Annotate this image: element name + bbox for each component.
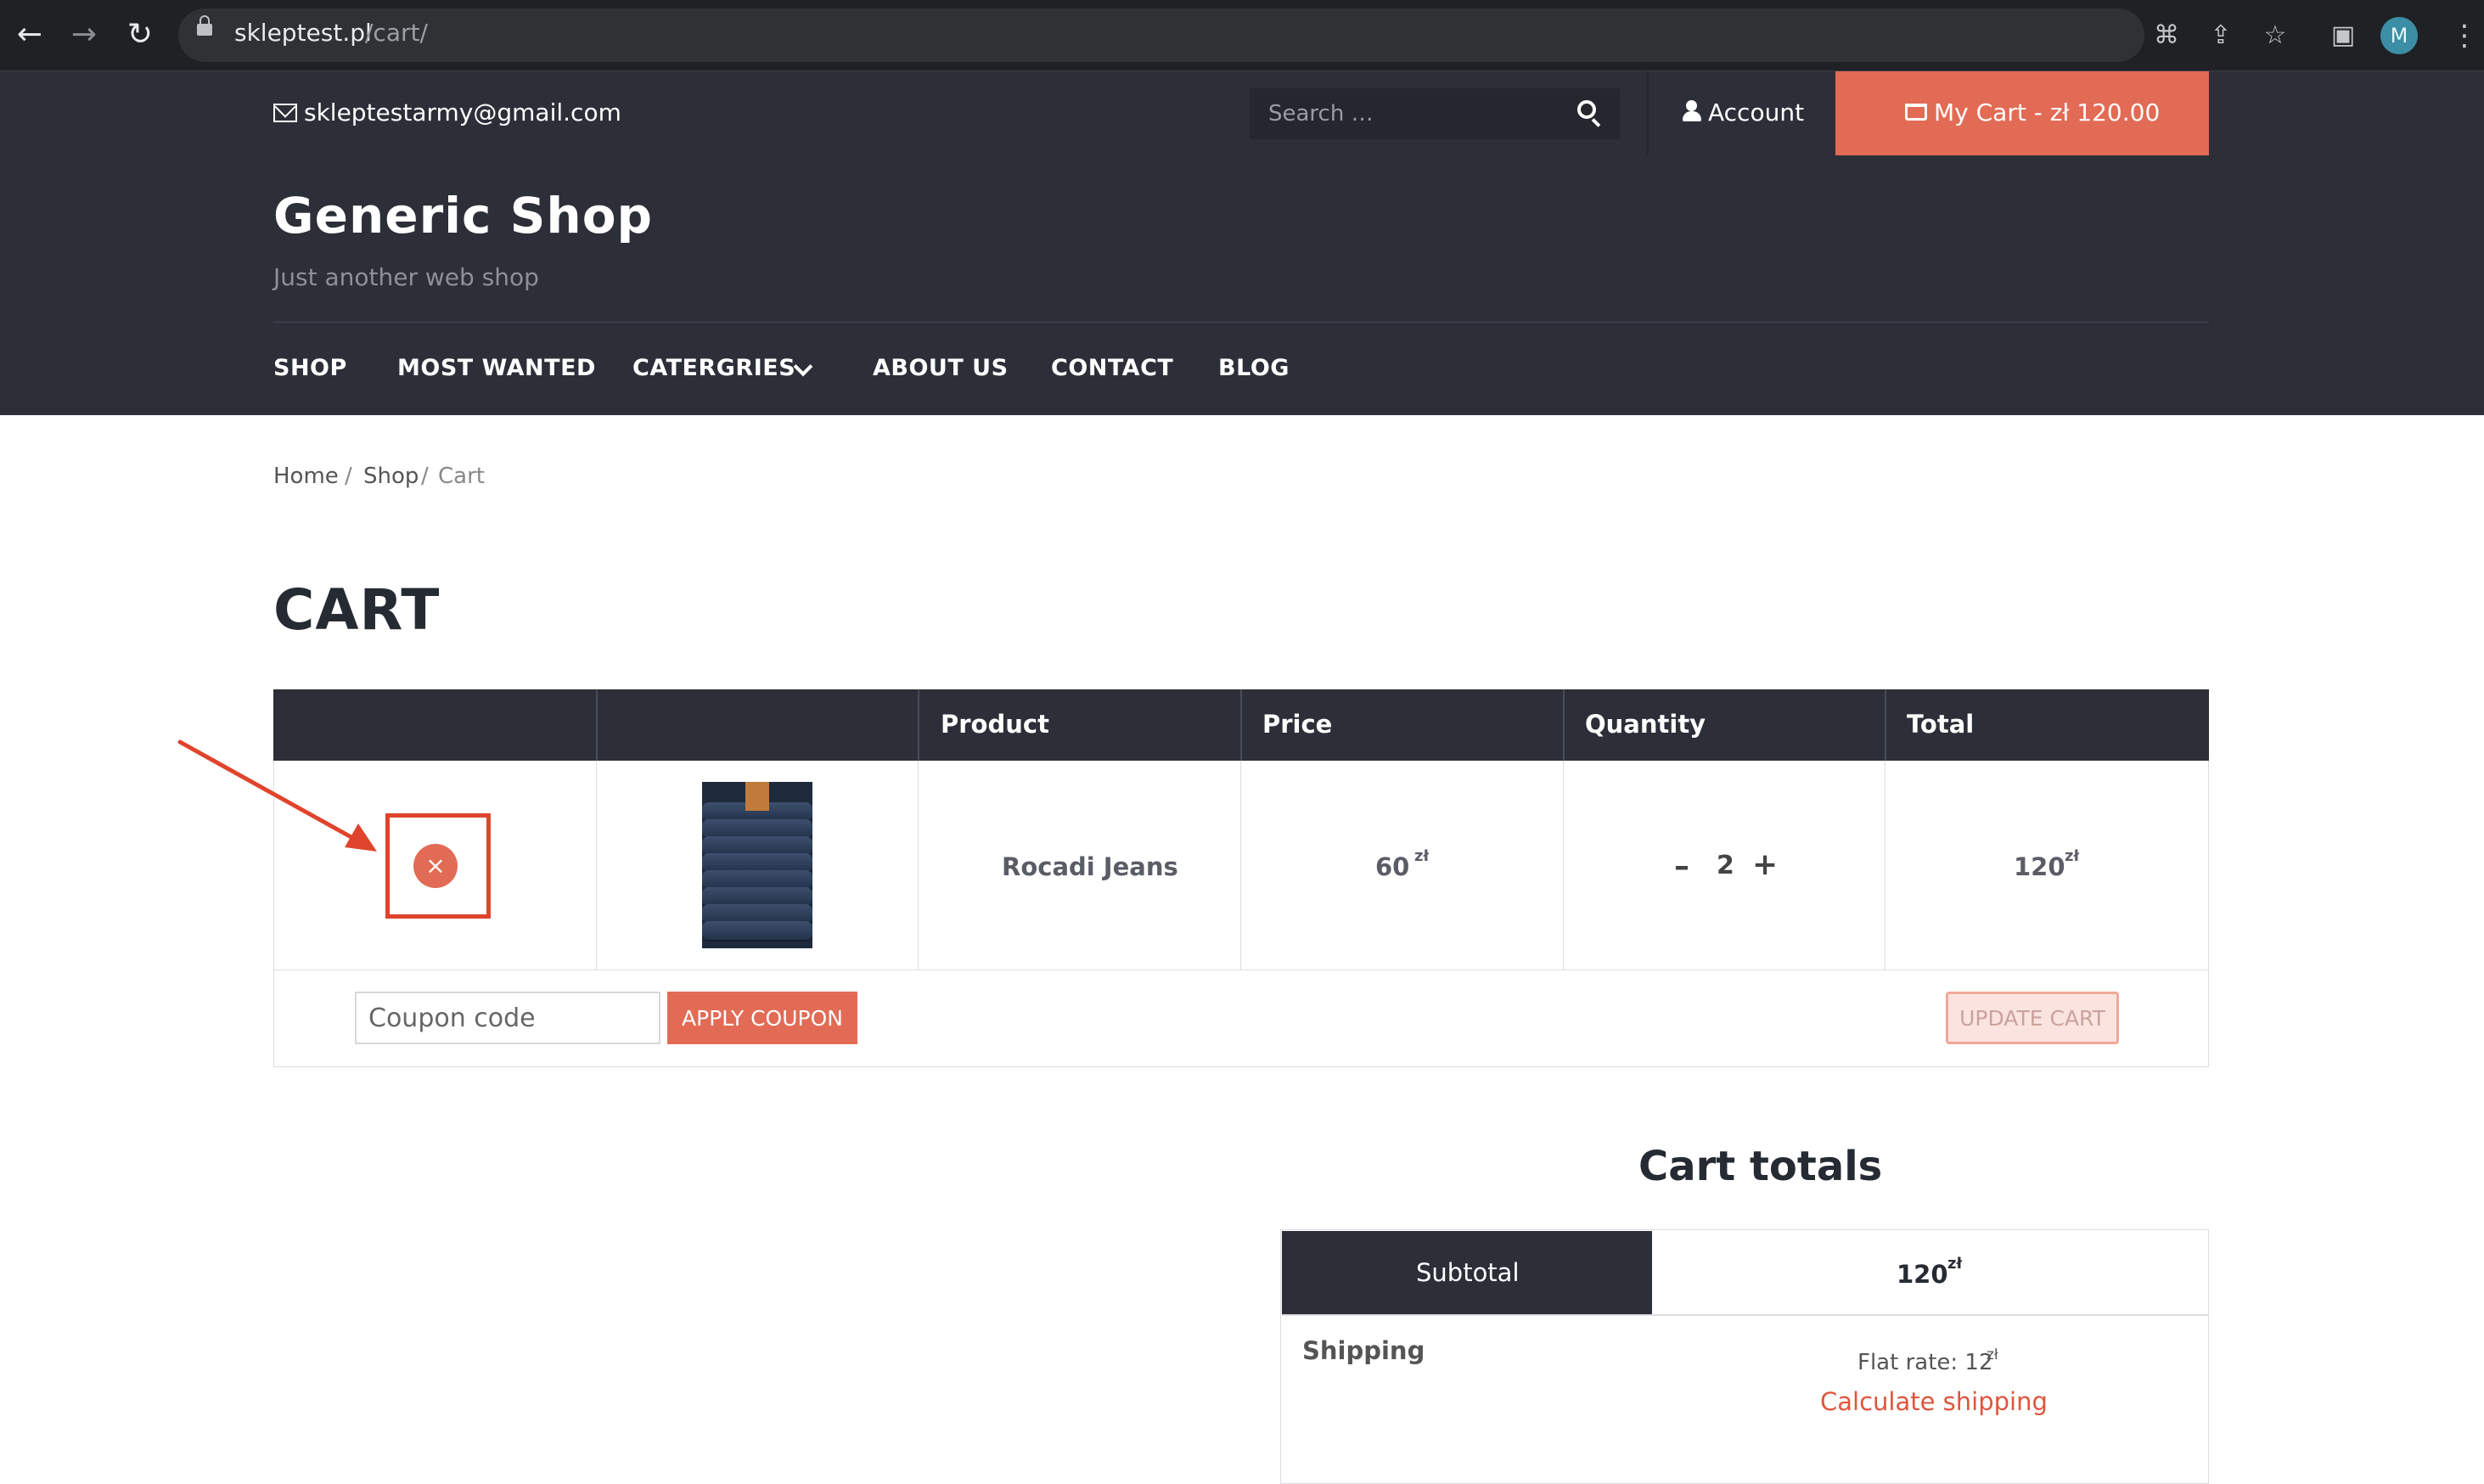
url-host: skleptest.pl [234, 19, 372, 47]
calculate-shipping-link[interactable]: Calculate shipping [1820, 1387, 2048, 1416]
envelope-icon [273, 104, 297, 122]
coupon-code-input[interactable] [355, 992, 660, 1044]
breadcrumb-home[interactable]: Home [273, 464, 339, 489]
flat-rate-text: Flat rate: 12 [1857, 1350, 1993, 1375]
column-header-price: Price [1262, 710, 1333, 739]
header-divider [273, 322, 2209, 323]
column-divider [918, 689, 919, 761]
share-icon[interactable]: ⇪ [2202, 17, 2240, 54]
column-divider [1885, 689, 1886, 761]
back-arrow-icon[interactable]: ← [8, 14, 51, 56]
update-cart-button[interactable]: UPDATE CART [1946, 992, 2119, 1044]
profile-avatar[interactable]: M [2380, 17, 2418, 54]
product-price: 60 [1375, 852, 1410, 881]
subtotal-currency: zł [1947, 1255, 1963, 1273]
cell-divider [596, 761, 597, 970]
price-currency: zł [1414, 847, 1430, 865]
contact-email[interactable]: skleptestarmy@gmail.com [304, 98, 621, 126]
column-divider [1563, 689, 1565, 761]
site-title[interactable]: Generic Shop [273, 187, 653, 245]
column-divider [596, 689, 598, 761]
quantity-value[interactable]: 2 [1717, 851, 1734, 880]
address-bar[interactable] [178, 8, 2144, 62]
column-divider [1240, 689, 1242, 761]
flat-rate-currency: zł [1987, 1346, 1998, 1363]
account-link[interactable]: Account [1708, 98, 1804, 126]
user-icon [1683, 100, 1701, 122]
cart-totals-title: Cart totals [1638, 1143, 1883, 1190]
search-icon[interactable] [1577, 100, 1596, 119]
menu-item-shop[interactable]: SHOP [273, 355, 347, 381]
forward-arrow-icon[interactable]: → [63, 14, 105, 56]
menu-item-about-us[interactable]: ABOUT US [873, 355, 1009, 381]
total-currency: zł [2065, 847, 2080, 865]
breadcrumb-separator: / [345, 464, 352, 489]
page-title: CART [273, 577, 441, 643]
quantity-increase-button[interactable]: + [1752, 847, 1778, 882]
my-cart-label[interactable]: My Cart - zł 120.00 [1934, 98, 2160, 126]
product-name-link[interactable]: Rocadi Jeans [1002, 852, 1178, 881]
menu-item-most-wanted[interactable]: MOST WANTED [397, 355, 596, 381]
column-header-product: Product [941, 710, 1049, 739]
menu-item-contact[interactable]: CONTACT [1051, 355, 1173, 381]
browser-menu-icon[interactable]: ⋮ [2450, 15, 2479, 56]
cell-divider [918, 761, 919, 970]
subtotal-label: Subtotal [1416, 1258, 1520, 1287]
cart-icon [1905, 104, 1927, 121]
column-header-total: Total [1907, 710, 1975, 739]
side-panel-icon[interactable]: ▣ [2324, 17, 2362, 54]
cell-divider [1240, 761, 1241, 970]
reload-icon[interactable]: ↻ [119, 14, 161, 56]
url-path: /cart/ [365, 19, 428, 47]
menu-item-categories[interactable]: CATERGRIES [632, 355, 795, 381]
bookmark-star-icon[interactable]: ☆ [2256, 17, 2294, 54]
quantity-decrease-button[interactable]: – [1674, 849, 1689, 884]
cell-divider [1563, 761, 1564, 970]
column-header-quantity: Quantity [1585, 710, 1706, 739]
breadcrumb-current: Cart [438, 464, 485, 489]
line-total: 120 [2014, 852, 2065, 881]
apply-coupon-button[interactable]: APPLY COUPON [667, 992, 857, 1044]
subtotal-value: 120 [1897, 1260, 1948, 1289]
remove-item-button[interactable]: × [413, 844, 458, 888]
product-thumbnail-tag [745, 782, 769, 811]
search-input[interactable] [1250, 88, 1620, 139]
totals-divider [1282, 1314, 2209, 1316]
topbar-divider [1647, 71, 1649, 155]
breadcrumb-separator: / [421, 464, 429, 489]
breadcrumb-shop[interactable]: Shop [363, 464, 419, 489]
menu-item-blog[interactable]: BLOG [1218, 355, 1290, 381]
site-tagline: Just another web shop [273, 263, 539, 291]
translate-icon[interactable]: ⌘ [2148, 17, 2185, 54]
annotation-arrow-icon [177, 739, 377, 852]
shipping-label: Shipping [1302, 1336, 1425, 1365]
lock-icon [197, 15, 212, 36]
